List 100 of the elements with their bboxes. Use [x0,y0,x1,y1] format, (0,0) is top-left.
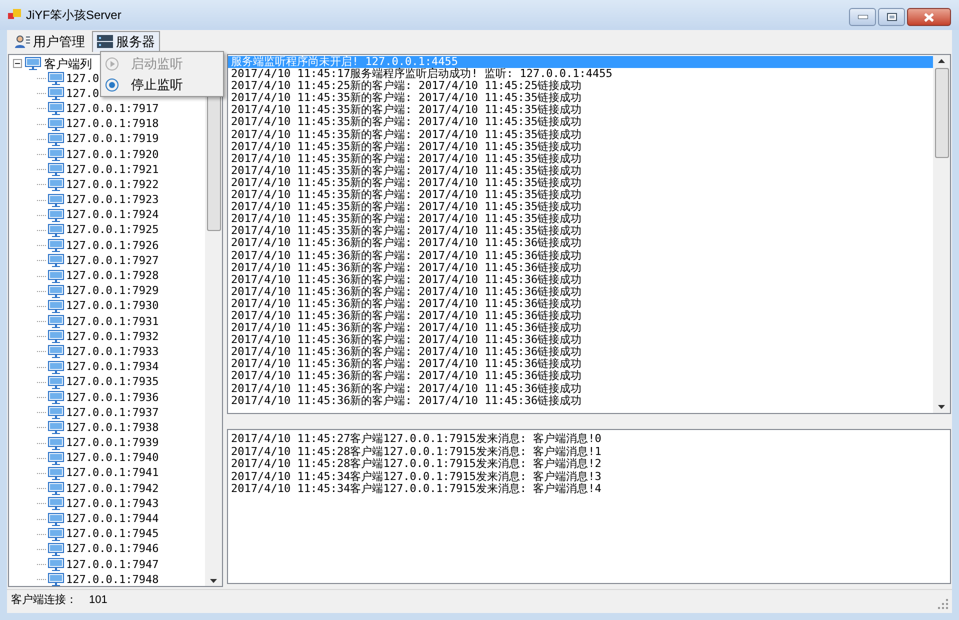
app-icon [8,9,22,21]
tree-node[interactable]: 127.0 [66,86,100,101]
monitor-icon [48,194,64,207]
tree-node[interactable]: 127.0.0.1:7942 [66,482,159,496]
monitor-icon [48,178,64,192]
menu-item[interactable]: 用户管理 [9,31,90,52]
log-entry[interactable]: 2017/4/10 11:45:36新的客户端: 2017/4/10 11:45:36链接成功 [228,346,933,358]
monitor-icon [48,315,64,328]
tree-node[interactable]: 127.0 [66,72,100,86]
collapse-icon[interactable] [13,59,22,68]
tree-node[interactable]: 127.0.0.1:7943 [66,496,159,511]
tree-node[interactable]: 127.0.0.1:7929 [66,284,159,298]
monitor-icon [48,376,64,389]
monitor-icon [48,497,64,510]
monitor-icon [48,163,64,176]
log-entry[interactable]: 2017/4/10 11:45:36新的客户端: 2017/4/10 11:45:36链接成功 [228,286,933,298]
log-entry[interactable]: 2017/4/10 11:45:36新的客户端: 2017/4/10 11:45:36链接成功 [228,298,933,310]
scrollbar[interactable] [933,55,950,413]
message-line: 2017/4/10 11:45:34客户端127.0.0.1:7915发来消息: 客户端消息!3 [231,470,602,482]
log-entry[interactable]: 2017/4/10 11:45:36新的客户端: 2017/4/10 11:45:36链接成功 [228,262,933,274]
close-button[interactable] [907,8,951,26]
log-entry[interactable]: 2017/4/10 11:45:35新的客户端: 2017/4/10 11:45:35链接成功 [228,92,933,104]
tree-node[interactable]: 127.0.0.1:7948 [66,572,159,586]
log-entry[interactable]: 2017/4/10 11:45:35新的客户端: 2017/4/10 11:45:35链接成功 [228,225,933,238]
tree-node[interactable]: 127.0.0.1:7945 [66,527,159,542]
log-entry[interactable]: 2017/4/10 11:45:17服务端程序监听启动成功! 监听: 127.0.0.1:4455 [228,68,933,80]
tree-node[interactable]: 127.0.0.1:7925 [66,223,159,238]
log-entry[interactable]: 2017/4/10 11:45:35新的客户端: 2017/4/10 11:45:35链接成功 [228,116,933,129]
log-entry[interactable]: 2017/4/10 11:45:35新的客户端: 2017/4/10 11:45:35链接成功 [228,140,933,153]
monitor-icon [48,330,64,344]
tree-node[interactable]: 127.0.0.1:7918 [66,117,159,132]
tree-node[interactable]: 127.0.0.1:7940 [66,451,159,466]
log-entry[interactable]: 2017/4/10 11:45:25新的客户端: 2017/4/10 11:45:25链接成功 [228,80,933,92]
tree-node[interactable]: 127.0.0.1:7941 [66,466,159,480]
log-entry[interactable]: 2017/4/10 11:45:35新的客户端: 2017/4/10 11:45:35链接成功 [228,176,933,190]
scroll-down-icon [938,405,945,409]
log-entry[interactable]: 2017/4/10 11:45:35新的客户端: 2017/4/10 11:45:35链接成功 [228,164,933,177]
log-entry[interactable]: 2017/4/10 11:45:35新的客户端: 2017/4/10 11:45:35链接成功 [228,152,933,165]
tree-node[interactable]: 127.0.0.1:7920 [66,148,159,162]
minimize-button[interactable] [849,8,876,26]
log-entry[interactable]: 2017/4/10 11:45:36新的客户端: 2017/4/10 11:45:36链接成功 [228,250,933,262]
log-entry[interactable]: 2017/4/10 11:45:36新的客户端: 2017/4/10 11:45:36链接成功 [228,274,933,286]
message-line: 2017/4/10 11:45:28客户端127.0.0.1:7915发来消息: 客户端消息!2 [231,458,602,470]
tree-node[interactable]: 127.0.0.1:7921 [66,162,159,177]
menu-item[interactable]: 服务器 [92,31,160,52]
log-entry[interactable]: 2017/4/10 11:45:36新的客户端: 2017/4/10 11:45:36链接成功 [228,358,933,370]
tree-node[interactable]: 127.0.0.1:7924 [66,208,159,222]
monitor-icon [48,406,64,420]
tree-node[interactable]: 127.0.0.1:7923 [66,193,159,208]
log-entry[interactable]: 2017/4/10 11:45:35新的客户端: 2017/4/10 11:45:35链接成功 [228,128,933,141]
tree-node[interactable]: 127.0.0.1:7919 [66,132,159,146]
tree-node[interactable]: 127.0.0.1:7922 [66,178,159,192]
tree-node[interactable]: 127.0.0.1:7926 [66,238,159,253]
log-entry[interactable]: 2017/4/10 11:45:36新的客户端: 2017/4/10 11:45:36链接成功 [228,394,933,407]
log-entry[interactable]: 2017/4/10 11:45:35新的客户端: 2017/4/10 11:45:35链接成功 [228,213,933,226]
play-icon [105,56,119,70]
tree-node[interactable]: 127.0.0.1:7944 [66,512,159,526]
monitor-icon [48,300,64,313]
monitor-icon [48,452,64,465]
monitor-icon [48,421,64,434]
radio-dot-icon [105,78,119,92]
tree-node[interactable]: 127.0.0.1:7932 [66,330,159,344]
log-entry[interactable]: 2017/4/10 11:45:36新的客户端: 2017/4/10 11:45:36链接成功 [228,370,933,383]
tree-node[interactable]: 127.0.0.1:7947 [66,558,159,572]
log-entry[interactable]: 2017/4/10 11:45:35新的客户端: 2017/4/10 11:45:35链接成功 [228,201,933,214]
tree-node[interactable]: 127.0.0.1:7934 [66,360,159,374]
tree-node[interactable]: 127.0.0.1:7946 [66,542,159,556]
monitor-icon [48,208,64,222]
log-entry[interactable]: 2017/4/10 11:45:35新的客户端: 2017/4/10 11:45:35链接成功 [228,189,933,202]
scrollbar-thumb[interactable] [934,68,948,158]
tree-node[interactable]: 127.0.0.1:7938 [66,420,159,435]
user-icon [14,34,30,49]
tree-node[interactable]: 127.0.0.1:7931 [66,314,159,329]
status-label: 客户端连接： [11,592,77,608]
tree-node[interactable]: 127.0.0.1:7928 [66,269,159,284]
log-entry[interactable]: 2017/4/10 11:45:35新的客户端: 2017/4/10 11:45:35链接成功 [228,104,933,116]
log-entry[interactable]: 2017/4/10 11:45:36新的客户端: 2017/4/10 11:45:36链接成功 [228,310,933,322]
log-entry[interactable]: 2017/4/10 11:45:36新的客户端: 2017/4/10 11:45:36链接成功 [228,237,933,250]
monitor-icon [48,224,64,237]
tree-node[interactable]: 127.0.0.1:7937 [66,406,159,420]
monitor-icon [48,542,64,556]
log-entry[interactable]: 2017/4/10 11:45:36新的客户端: 2017/4/10 11:45:36链接成功 [228,322,933,334]
monitor-icon [48,391,64,404]
tree-node[interactable]: 127.0.0.1:7936 [66,390,159,405]
message-line: 2017/4/10 11:45:27客户端127.0.0.1:7915发来消息: 客户端消息!0 [231,433,602,446]
tree-node[interactable]: 127.0.0.1:7935 [66,375,159,390]
monitor-icon [48,360,64,374]
scroll-down-icon [210,579,217,583]
tree-node[interactable]: 127.0.0.1:7939 [66,436,159,450]
log-entry[interactable]: 2017/4/10 11:45:36新的客户端: 2017/4/10 11:45:36链接成功 [228,382,933,395]
log-entry[interactable]: 2017/4/10 11:45:36新的客户端: 2017/4/10 11:45:36链接成功 [228,334,933,346]
tree-node[interactable]: 客户端列 [44,55,92,72]
tree-node[interactable]: 127.0.0.1:7927 [66,254,159,268]
tree-node[interactable]: 127.0.0.1:7917 [66,102,159,116]
menu-option[interactable]: 停止监听 [101,74,223,95]
monitor-icon [48,102,64,116]
monitor-icon [48,72,64,86]
tree-node[interactable]: 127.0.0.1:7933 [66,344,159,359]
tree-node[interactable]: 127.0.0.1:7930 [66,299,159,314]
maximize-button[interactable] [878,8,905,26]
